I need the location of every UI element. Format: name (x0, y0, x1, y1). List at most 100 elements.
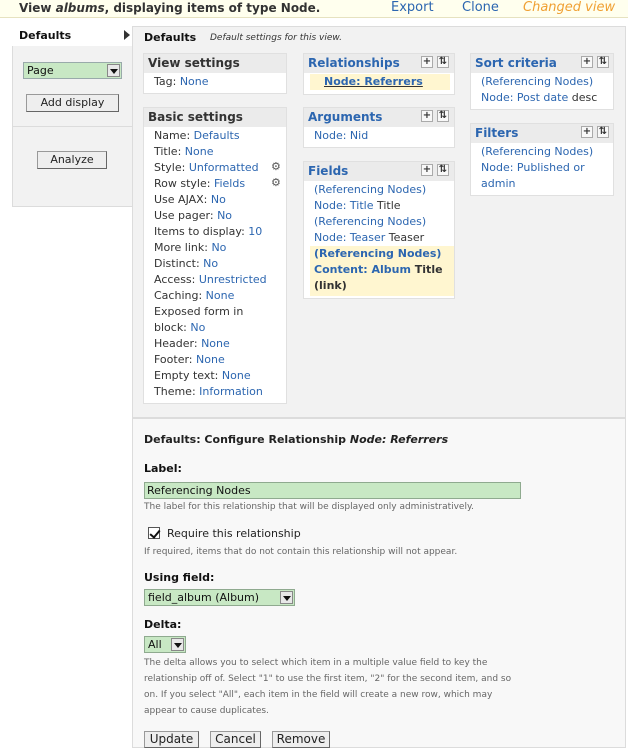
distinct-value-link[interactable]: No (203, 257, 218, 270)
configure-heading: Defaults: Configure Relationship Node: R… (144, 433, 449, 446)
header-value-link[interactable]: None (201, 337, 230, 350)
add-sort-icon[interactable]: + (581, 56, 593, 68)
empty-text-value-link[interactable]: None (222, 369, 251, 382)
name-value-link[interactable]: Defaults (194, 129, 240, 142)
filters-title[interactable]: Filters (475, 126, 518, 140)
exposed-form-setting-line1: Exposed form in (154, 305, 244, 318)
arguments-title[interactable]: Arguments (308, 110, 382, 124)
label-field-label: Label: (144, 462, 182, 475)
active-tab-arrow-icon (124, 30, 130, 40)
rearrange-fields-icon[interactable]: ⇅ (437, 164, 449, 176)
arguments-box: Arguments + ⇅ Node: Nid (303, 107, 455, 148)
analyze-button[interactable]: Analyze (37, 151, 107, 169)
ajax-setting: Use AJAX: No (154, 193, 226, 206)
footer-setting: Footer: None (154, 353, 225, 366)
tab-divider (12, 126, 133, 127)
pager-setting: Use pager: No (154, 209, 233, 222)
view-name: albums (55, 1, 105, 15)
display-type-select[interactable]: Page (23, 62, 122, 79)
row-style-value-link[interactable]: Fields (214, 177, 245, 190)
exposed-form-value-link[interactable]: No (190, 321, 205, 334)
using-field-value: field_album (Album) (148, 591, 260, 604)
require-description: If required, items that do not contain t… (144, 547, 458, 557)
rearrange-filters-icon[interactable]: ⇅ (597, 126, 609, 138)
theme-value-link[interactable]: Information (199, 385, 263, 398)
header-setting: Header: None (154, 337, 230, 350)
access-setting: Access: Unrestricted (154, 273, 267, 286)
using-field-select[interactable]: field_album (Album) (144, 589, 295, 606)
more-link-value-link[interactable]: No (211, 241, 226, 254)
relationships-box: Relationships + ⇅ Node: Referrers (303, 53, 455, 95)
tag-value-link[interactable]: None (180, 75, 209, 88)
sort-1[interactable]: Node: Post date desc (481, 91, 597, 104)
add-filter-icon[interactable]: + (581, 126, 593, 138)
access-value-link[interactable]: Unrestricted (199, 273, 267, 286)
items-setting: Items to display: 10 (154, 225, 263, 238)
filter-1[interactable]: Node: Published or (481, 161, 585, 174)
relationships-title[interactable]: Relationships (308, 56, 400, 70)
cancel-button[interactable]: Cancel (210, 731, 261, 748)
display-tabs-column (12, 26, 133, 207)
filter-1-relationship[interactable]: (Referencing Nodes) (481, 145, 593, 158)
require-relationship-checkbox[interactable] (148, 527, 160, 539)
rearrange-arguments-icon[interactable]: ⇅ (437, 110, 449, 122)
tab-defaults[interactable]: Defaults (12, 26, 133, 46)
chevron-down-icon (280, 591, 293, 604)
row-style-gear-icon[interactable]: ⚙ (271, 176, 281, 189)
pager-value-link[interactable]: No (217, 209, 232, 222)
add-display-button[interactable]: Add display (26, 94, 119, 112)
changed-view-indicator: Changed view (523, 0, 616, 15)
export-link[interactable]: Export (391, 0, 434, 15)
add-argument-icon[interactable]: + (421, 110, 433, 122)
field-1[interactable]: Node: Title Title (314, 199, 401, 212)
items-value-link[interactable]: 10 (248, 225, 262, 238)
ajax-value-link[interactable]: No (211, 193, 226, 206)
sort-criteria-title[interactable]: Sort criteria (475, 56, 557, 70)
theme-setting: Theme: Information (154, 385, 263, 398)
clone-link[interactable]: Clone (462, 0, 499, 15)
update-button[interactable]: Update (144, 731, 199, 748)
delta-description-line4: appear to cause duplicates. (144, 706, 269, 716)
title-value-link[interactable]: None (185, 145, 214, 158)
footer-value-link[interactable]: None (196, 353, 225, 366)
delta-select[interactable]: All (144, 636, 186, 653)
empty-text-setting: Empty text: None (154, 369, 251, 382)
sort-1-relationship[interactable]: (Referencing Nodes) (481, 75, 593, 88)
filters-box: Filters + ⇅ (Referencing Nodes) Node: Pu… (470, 123, 614, 196)
field-2[interactable]: Node: Teaser Teaser (314, 231, 424, 244)
field-3[interactable]: Content: Album Title (314, 263, 443, 276)
fields-title[interactable]: Fields (308, 164, 348, 178)
caching-value-link[interactable]: None (206, 289, 235, 302)
row-style-setting: Row style: Fields (154, 177, 246, 190)
style-value-link[interactable]: Unformatted (189, 161, 259, 174)
label-input[interactable]: Referencing Nodes (144, 482, 521, 499)
require-relationship-label[interactable]: Require this relationship (167, 527, 301, 540)
remove-button[interactable]: Remove (272, 731, 330, 748)
page-subtitle: Default settings for this view. (210, 33, 343, 43)
relationship-node-referrers[interactable]: Node: Referrers (324, 75, 423, 88)
using-field-label: Using field: (144, 571, 215, 584)
display-type-value: Page (27, 64, 54, 77)
view-title-prefix: View (19, 1, 56, 15)
field-2-relationship[interactable]: (Referencing Nodes) (314, 215, 426, 228)
view-header-bar: View albums, displaying items of type No… (0, 0, 628, 18)
rearrange-relationships-icon[interactable]: ⇅ (437, 56, 449, 68)
delta-description-line2: relationship off of. Select "1" to use t… (144, 674, 512, 684)
delta-description-line1: The delta allows you to select which ite… (144, 658, 488, 668)
filter-1-cont[interactable]: admin (481, 177, 515, 190)
basic-settings-box: Basic settings Name: Defaults Title: Non… (143, 107, 287, 404)
add-field-icon[interactable]: + (421, 164, 433, 176)
field-3-relationship[interactable]: (Referencing Nodes) (314, 247, 441, 260)
add-relationship-icon[interactable]: + (421, 56, 433, 68)
delta-label: Delta: (144, 618, 182, 631)
style-gear-icon[interactable]: ⚙ (271, 160, 281, 173)
exposed-form-setting: block: No (154, 321, 206, 334)
field-1-relationship[interactable]: (Referencing Nodes) (314, 183, 426, 196)
fields-box: Fields + ⇅ (Referencing Nodes) Node: Tit… (303, 161, 455, 299)
tab-defaults-label: Defaults (19, 29, 72, 42)
delta-value: All (148, 638, 162, 651)
argument-node-nid[interactable]: Node: Nid (314, 129, 368, 142)
rearrange-sort-icon[interactable]: ⇅ (597, 56, 609, 68)
field-3-link-suffix: (link) (314, 279, 347, 292)
chevron-down-icon (107, 64, 120, 77)
